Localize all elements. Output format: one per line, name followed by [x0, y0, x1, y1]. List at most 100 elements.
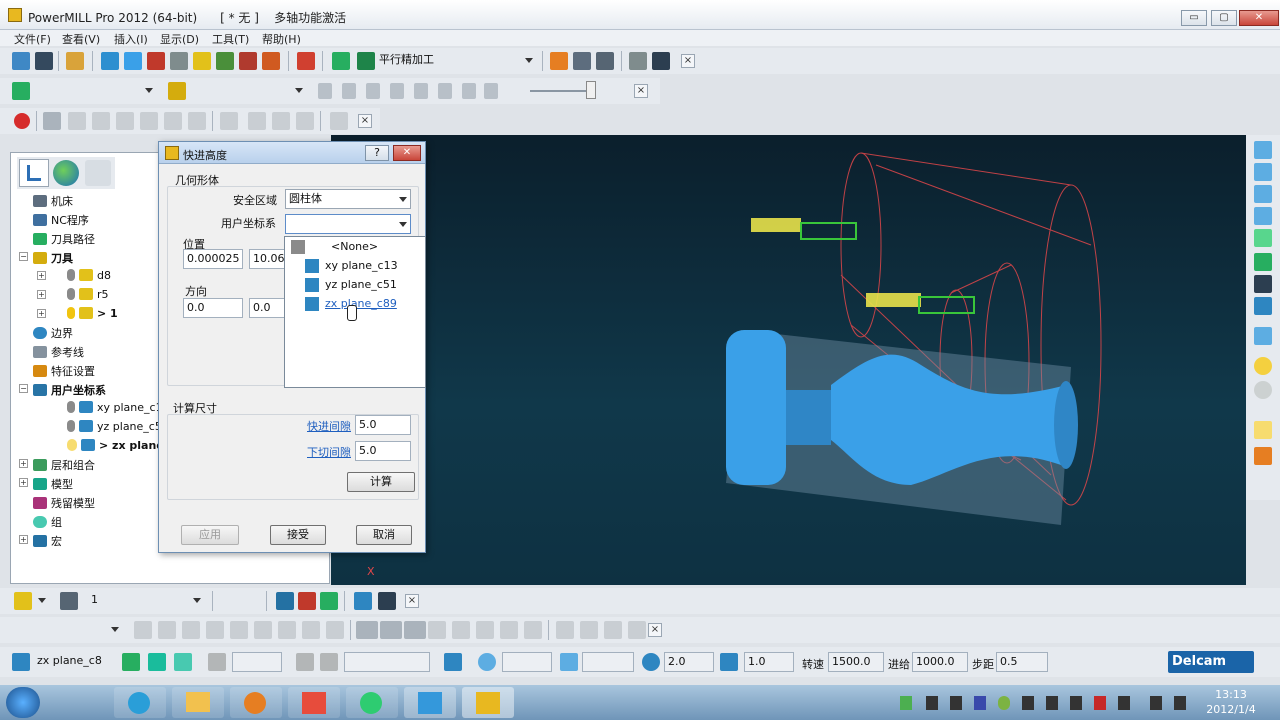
toolpath-icon[interactable]	[12, 82, 30, 100]
shading-1-icon[interactable]	[68, 112, 86, 130]
clipboard-icon[interactable]	[1254, 421, 1272, 439]
tray-icon[interactable]	[1070, 696, 1082, 710]
tray-volume-icon[interactable]	[1174, 696, 1186, 710]
feed-rate-icon[interactable]	[170, 52, 188, 70]
go-start-icon[interactable]	[462, 83, 476, 99]
taskbar-ie[interactable]	[114, 687, 166, 718]
plunge-gap-field[interactable]: 5.0	[355, 441, 411, 461]
tree-item-macros[interactable]: 宏	[33, 533, 62, 549]
shading-6-icon[interactable]	[188, 112, 206, 130]
boundary-tool-11-icon[interactable]	[452, 621, 470, 639]
tool-holder-icon[interactable]	[298, 592, 316, 610]
viewmill-icon[interactable]	[43, 112, 61, 130]
dialog-close-button[interactable]: ✕	[393, 145, 421, 161]
tree-item-tool-1[interactable]: > 1	[67, 307, 118, 320]
boundary-tool-12-icon[interactable]	[476, 621, 494, 639]
menu-file[interactable]: 文件(F)	[14, 31, 51, 47]
tolerance-icon[interactable]	[560, 653, 578, 671]
clock[interactable]: 13:13 2012/1/4	[1196, 687, 1266, 717]
menu-view[interactable]: 查看(V)	[62, 31, 100, 47]
tray-icon[interactable]	[926, 696, 938, 710]
step-forward-icon[interactable]	[390, 83, 404, 99]
ucs-option-xy[interactable]: xy plane_c13	[325, 259, 398, 272]
tree-item-groups[interactable]: 组	[33, 514, 62, 530]
collision-check-icon[interactable]	[378, 592, 396, 610]
shaded-view-icon[interactable]	[1254, 327, 1272, 345]
edit-pencil-icon[interactable]	[354, 592, 372, 610]
accept-button[interactable]: 接受	[270, 525, 326, 545]
boundary-tool-5-icon[interactable]	[230, 621, 248, 639]
snap-icon[interactable]	[296, 653, 314, 671]
tolerance-field[interactable]	[582, 652, 634, 672]
tree-item-boundaries[interactable]: 边界	[33, 325, 73, 341]
select-mode-1-icon[interactable]	[356, 621, 378, 639]
print-icon[interactable]	[66, 52, 84, 70]
levels-expander[interactable]: +	[19, 459, 28, 468]
globe-view-icon[interactable]	[1254, 381, 1272, 399]
tool-dropdown-icon[interactable]	[38, 598, 46, 604]
start-end-point-icon[interactable]	[147, 52, 165, 70]
toolpath-combo[interactable]	[38, 81, 156, 101]
models-expander[interactable]: +	[19, 478, 28, 487]
pause-icon[interactable]	[342, 83, 356, 99]
explorer-tab-tree[interactable]	[19, 159, 49, 187]
menu-display[interactable]: 显示(D)	[160, 31, 199, 47]
coordinate-field[interactable]	[502, 652, 552, 672]
boundary-tool-6-icon[interactable]	[254, 621, 272, 639]
stepover-field[interactable]: 0.5	[996, 652, 1048, 672]
close-window-button[interactable]: ✕	[1239, 10, 1279, 26]
strategy-icon[interactable]	[332, 52, 350, 70]
leads-links-icon[interactable]	[216, 52, 234, 70]
direction-y-field[interactable]: 0.0	[249, 298, 285, 318]
tool-create-icon[interactable]	[14, 592, 32, 610]
ucs-option-none[interactable]: <None>	[331, 240, 378, 253]
active-workplane-combo[interactable]: zx plane_c8	[34, 652, 114, 672]
tree-item-feature-sets[interactable]: 特征设置	[33, 363, 95, 379]
cancel-button[interactable]: 取消	[356, 525, 412, 545]
globe-icon[interactable]	[53, 160, 79, 186]
record-icon[interactable]	[14, 113, 30, 129]
tree-item-tools[interactable]: 刀具	[33, 250, 73, 266]
workplane-align-icon[interactable]	[148, 653, 166, 671]
tree-item-models[interactable]: 模型	[33, 476, 73, 492]
boundary-tool-15-icon[interactable]	[556, 621, 574, 639]
zoom-box-icon[interactable]	[1254, 297, 1272, 315]
start-button[interactable]	[6, 687, 40, 718]
active-tool-combo[interactable]: 1	[88, 591, 204, 611]
measure-icon[interactable]	[596, 52, 614, 70]
snap-mode-icon[interactable]	[320, 653, 338, 671]
diameter-field[interactable]: 2.0	[664, 652, 714, 672]
boundary-tool-16-icon[interactable]	[580, 621, 598, 639]
zoom-icon[interactable]	[1254, 229, 1272, 247]
tools-expander[interactable]: −	[19, 252, 28, 261]
tray-network-icon[interactable]	[1150, 696, 1162, 710]
tree-item-workplane-yz[interactable]: yz plane_c5	[67, 420, 162, 433]
tray-network-icon[interactable]	[1118, 696, 1130, 710]
feed-rate-field[interactable]: 1000.0	[912, 652, 968, 672]
tray-icon[interactable]	[1046, 696, 1058, 710]
calculator-icon[interactable]	[573, 52, 591, 70]
tool-database-icon[interactable]	[60, 592, 78, 610]
boundary-tool-9-icon[interactable]	[326, 621, 344, 639]
block-icon[interactable]	[101, 52, 119, 70]
shading-5-icon[interactable]	[164, 112, 182, 130]
tree-item-tool-r5[interactable]: r5	[67, 288, 109, 301]
tool-d8-expander[interactable]: +	[37, 271, 46, 280]
boundary-tool-14-icon[interactable]	[524, 621, 542, 639]
rapid-gap-field[interactable]: 5.0	[355, 415, 411, 435]
ucs-option-yz[interactable]: yz plane_c51	[325, 278, 397, 291]
safe-area-combo[interactable]: 圆柱体	[285, 189, 411, 209]
view-iso-icon[interactable]	[1254, 141, 1272, 159]
workplane-status-icon[interactable]	[12, 653, 30, 671]
boundary-tool-17-icon[interactable]	[604, 621, 622, 639]
taskbar-app5[interactable]	[404, 687, 456, 718]
fast-forward-icon[interactable]	[438, 83, 452, 99]
tool-icon[interactable]	[193, 52, 211, 70]
boundary-tool-8-icon[interactable]	[302, 621, 320, 639]
grid-field[interactable]	[232, 652, 282, 672]
position-y-field[interactable]: 10.062	[249, 249, 285, 269]
close-simulation-toolbar-button[interactable]: ×	[634, 84, 648, 98]
view-side-icon[interactable]	[1254, 185, 1272, 203]
close-toolbar-button[interactable]: ×	[681, 54, 695, 68]
select-mode-2-icon[interactable]	[380, 621, 402, 639]
